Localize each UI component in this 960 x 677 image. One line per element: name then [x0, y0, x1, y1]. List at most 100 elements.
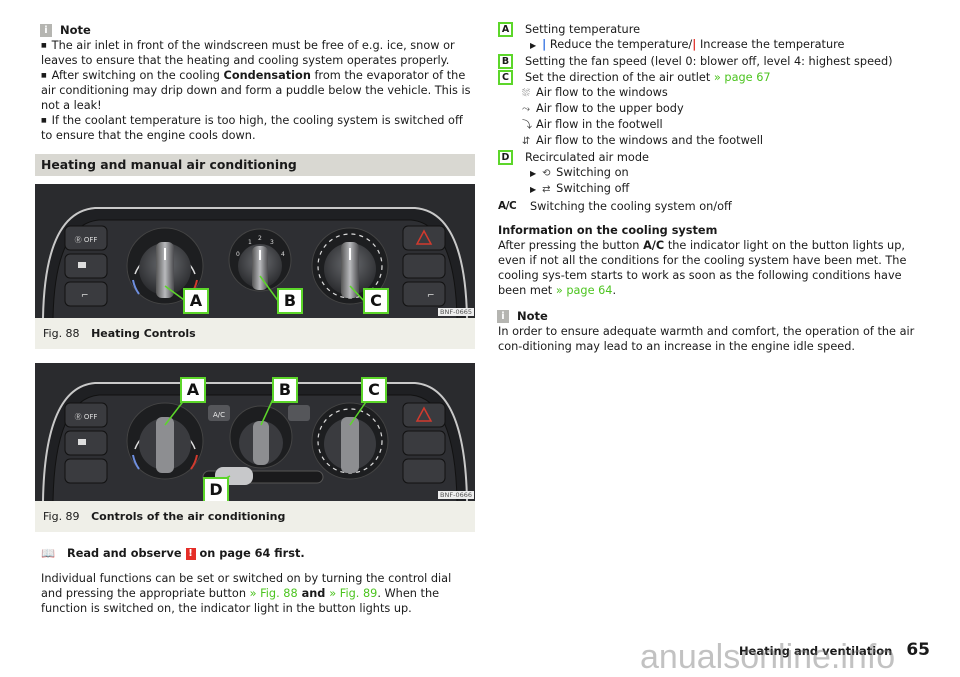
- sub-item: ⇵ Air flow to the windows and the footwel…: [498, 133, 930, 149]
- callout-a: A: [183, 288, 209, 314]
- legend-item-b: B Setting the fan speed (level 0: blower…: [498, 54, 930, 69]
- svg-text:4: 4: [281, 251, 285, 258]
- svg-text:Ⓡ OFF: Ⓡ OFF: [75, 413, 98, 421]
- figure-89-caption: Fig. 89 Controls of the air conditioning: [35, 501, 475, 532]
- callout-a: A: [180, 377, 206, 403]
- sub-text: Reduce the temperature/: [546, 38, 693, 51]
- figure-code: BNF-0665: [438, 308, 474, 316]
- sub-item: ▶ ⟲ Switching on: [498, 165, 930, 181]
- cooling-text-end: .: [612, 284, 617, 297]
- callout-c: C: [363, 288, 389, 314]
- svg-text:3: 3: [270, 239, 274, 246]
- item-text: Recirculated air mode: [525, 151, 649, 164]
- footwell-air-icon: ⤵: [522, 120, 532, 131]
- note-heading: i Note: [497, 308, 930, 324]
- upper-body-air-icon: ⤳: [522, 104, 530, 115]
- ac-symbol: A/C: [643, 239, 665, 252]
- tag-c: C: [498, 70, 513, 85]
- right-column: A Setting temperature ▶ | Reduce the temp…: [497, 22, 930, 354]
- callout-d: D: [203, 477, 229, 501]
- sub-text: Air flow to the upper body: [536, 102, 684, 115]
- figure-88: Ⓡ OFF ⌐ 0 1 2 3 4 ⌐ A B C BNF-0665 Fig. …: [35, 184, 475, 349]
- watermark: anualsonline.info: [640, 638, 896, 676]
- item-text: Set the direction of the air outlet: [525, 71, 714, 84]
- fig-88-link[interactable]: » Fig. 88: [250, 587, 298, 600]
- triangle-bullet-icon: ▶: [530, 41, 537, 50]
- read-observe-pre: Read and observe: [67, 547, 182, 560]
- legend-item-d: D Recirculated air mode: [498, 150, 930, 165]
- ac-symbol: A/C: [498, 200, 517, 212]
- heating-controls-photo: Ⓡ OFF ⌐ 0 1 2 3 4 ⌐ A B C BNF-0665: [35, 184, 475, 318]
- intro-paragraph: Individual functions can be set or switc…: [41, 571, 475, 616]
- svg-text:2: 2: [258, 235, 262, 242]
- sub-text: Switching off: [556, 182, 630, 195]
- figure-code: BNF-0666: [438, 491, 474, 499]
- info-icon: i: [40, 23, 52, 37]
- item-text: Switching the cooling system on/off: [530, 200, 732, 213]
- callout-b: B: [277, 288, 303, 314]
- recirc-on-icon: ⟲: [542, 168, 551, 179]
- svg-text:1: 1: [248, 239, 252, 246]
- book-icon: 📖: [41, 547, 56, 560]
- fig-89-link[interactable]: » Fig. 89: [329, 587, 377, 600]
- figure-title: Controls of the air conditioning: [91, 510, 286, 523]
- sub-text: Air flow to the windows: [536, 86, 668, 99]
- sub-text: Switching on: [556, 166, 629, 179]
- item-text: Setting temperature: [525, 23, 641, 36]
- sub-text: Air flow in the footwell: [536, 118, 663, 131]
- ac-panel-illustration: Ⓡ OFF A/C: [35, 363, 475, 501]
- tag-b: B: [498, 54, 513, 69]
- sub-item: ▶ | Reduce the temperature/| Increase the…: [498, 37, 930, 53]
- windows-footwell-air-icon: ⇵: [522, 136, 531, 147]
- cooling-info-text: After pressing the button A/C the indica…: [498, 238, 930, 298]
- warning-icon[interactable]: !: [185, 547, 196, 560]
- sub-text: Increase the temperature: [696, 38, 845, 51]
- windscreen-air-icon: ⛆: [522, 88, 530, 99]
- svg-text:⌐: ⌐: [427, 291, 435, 301]
- recirc-off-icon: ⇄: [542, 184, 551, 195]
- ac-controls-photo: Ⓡ OFF A/C A B C D BNF-0666: [35, 363, 475, 501]
- tag-a: A: [498, 22, 513, 37]
- info-icon: i: [497, 309, 509, 323]
- sub-text: Air flow to the windows and the footwell: [536, 134, 764, 147]
- left-buttons: Ⓡ OFF ⌐: [64, 225, 108, 307]
- figure-88-caption: Fig. 88 Heating Controls: [35, 318, 475, 349]
- triangle-bullet-icon: ▶: [530, 185, 537, 194]
- cooling-info-title: Information on the cooling system: [498, 224, 718, 237]
- item-text: Setting the fan speed (level 0: blower o…: [525, 55, 893, 68]
- figure-number: Fig. 89: [43, 510, 80, 523]
- svg-text:0: 0: [236, 251, 240, 258]
- svg-text:A/C: A/C: [213, 411, 225, 419]
- note-heading: i Note: [40, 22, 475, 38]
- read-observe-post: on page 64 first.: [199, 547, 305, 560]
- legend-item-ac: A/C Switching the cooling system on/off: [498, 199, 930, 214]
- sub-item: ⛆ Air flow to the windows: [498, 85, 930, 101]
- intro-and: and: [297, 587, 330, 600]
- page-67-link[interactable]: » page 67: [714, 71, 771, 84]
- triangle-bullet-icon: ▶: [530, 169, 537, 178]
- note-2: i Note In order to ensure adequate warmt…: [497, 308, 930, 354]
- note-bullet-1: The air inlet in front of the windscreen…: [41, 38, 475, 68]
- read-and-observe: 📖 Read and observe ! on page 64 first.: [41, 546, 475, 561]
- note-title: Note: [517, 308, 548, 323]
- section-heading: Heating and manual air conditioning: [35, 154, 475, 176]
- page-64-link[interactable]: » page 64: [556, 284, 613, 297]
- cooling-text-1: After pressing the button: [498, 239, 644, 252]
- note-bullet-3: If the coolant temperature is too high, …: [41, 113, 475, 143]
- note-2-text: In order to ensure adequate warmth and c…: [498, 325, 915, 353]
- left-column: i Note The air inlet in front of the win…: [35, 22, 475, 616]
- legend-item-c: C Set the direction of the air outlet » …: [498, 70, 930, 85]
- svg-text:Ⓡ OFF: Ⓡ OFF: [75, 236, 98, 244]
- svg-text:⌐: ⌐: [81, 291, 89, 301]
- figure-number: Fig. 88: [43, 327, 80, 340]
- note-bullet-2-bold: Condensation: [223, 69, 311, 82]
- sub-item: ▶ ⇄ Switching off: [498, 181, 930, 197]
- legend-item-a: A Setting temperature: [498, 22, 930, 37]
- figure-title: Heating Controls: [91, 327, 196, 340]
- sub-item: ⤳ Air flow to the upper body: [498, 101, 930, 117]
- heating-panel-illustration: Ⓡ OFF ⌐ 0 1 2 3 4 ⌐: [35, 184, 475, 318]
- note-bullet-2: After switching on the cooling Condensat…: [41, 68, 475, 113]
- sub-item: ⤵ Air flow in the footwell: [498, 117, 930, 133]
- callout-b: B: [272, 377, 298, 403]
- callout-c: C: [361, 377, 387, 403]
